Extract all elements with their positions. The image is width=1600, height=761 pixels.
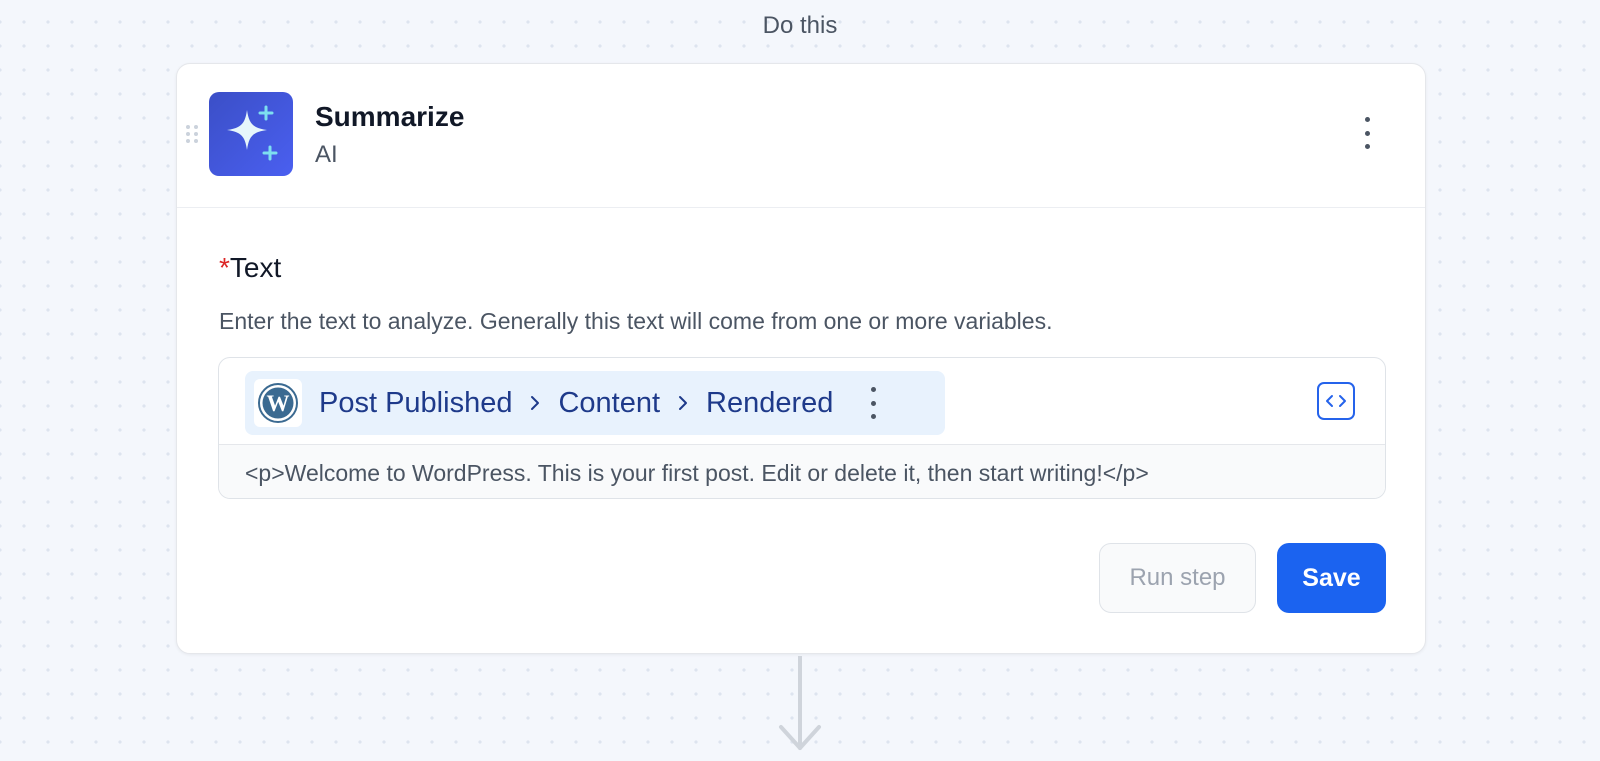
variable-preview: <p>Welcome to WordPress. This is your fi… bbox=[219, 445, 1385, 498]
sparkle-icon bbox=[227, 105, 278, 161]
step-title: Summarize bbox=[315, 101, 465, 132]
ai-app-icon bbox=[209, 92, 293, 176]
save-button[interactable]: Save bbox=[1277, 543, 1386, 613]
step-header[interactable]: Summarize AI bbox=[177, 64, 1425, 208]
token-path-segment: Content bbox=[558, 386, 661, 419]
chevron-right-icon bbox=[678, 395, 688, 411]
code-toggle-icon[interactable] bbox=[1317, 382, 1355, 420]
section-title: Do this bbox=[762, 12, 838, 39]
token-more-options-icon[interactable] bbox=[868, 387, 878, 419]
chevron-right-icon bbox=[530, 395, 540, 411]
arrow-down-icon bbox=[779, 656, 821, 750]
step-app-name: AI bbox=[315, 141, 338, 168]
run-step-button[interactable]: Run step bbox=[1099, 543, 1256, 613]
variable-token[interactable]: W Post Published Content Rendered bbox=[245, 371, 945, 435]
step-more-options-icon[interactable] bbox=[1361, 117, 1373, 149]
text-field-label: *Text bbox=[219, 252, 281, 284]
step-card: Summarize AI *Text Enter the text to ana… bbox=[176, 63, 1426, 654]
drag-handle-icon[interactable] bbox=[186, 125, 198, 145]
token-path-segment: Rendered bbox=[706, 386, 834, 419]
text-field-help: Enter the text to analyze. Generally thi… bbox=[219, 308, 1053, 334]
wordpress-icon: W bbox=[254, 379, 302, 427]
text-input[interactable]: W Post Published Content Rendered <p>Wel… bbox=[218, 357, 1386, 499]
svg-text:W: W bbox=[267, 391, 290, 416]
token-path-segment: Post Published bbox=[319, 386, 513, 419]
token-row[interactable]: W Post Published Content Rendered bbox=[219, 358, 1385, 445]
required-marker: * bbox=[219, 252, 230, 283]
text-field-label-text: Text bbox=[229, 252, 282, 283]
